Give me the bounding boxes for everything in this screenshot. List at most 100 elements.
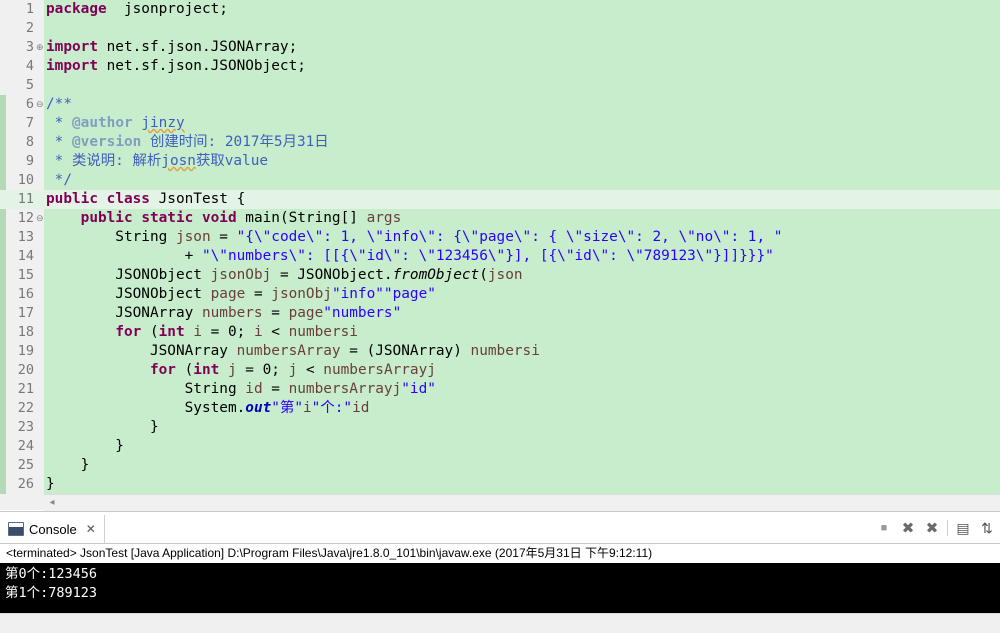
code-text: }	[46, 456, 90, 475]
code-token: numbersArray	[236, 343, 341, 359]
code-editor[interactable]: 1 package jsonproject; 2 3 ⊕ import net.sf.js…	[0, 0, 1000, 494]
code-token: @version	[72, 134, 142, 150]
code-line[interactable]: 8 * @version 创建时间: 2017年5月31日	[0, 133, 1000, 152]
code-line[interactable]: 21 String id = numbersArrayj"id"	[0, 380, 1000, 399]
code-token: (	[479, 267, 488, 283]
code-text: */	[46, 171, 72, 190]
code-token: numbersArray	[323, 362, 428, 378]
line-number: 11	[17, 191, 34, 207]
line-number: 19	[17, 343, 34, 359]
code-line[interactable]: 14 + "\"numbers\": [[{\"id\": \"123456\"…	[0, 247, 1000, 266]
code-line[interactable]: 13 String json = "{\"code\": 1, \"info\"…	[0, 228, 1000, 247]
line-number: 20	[17, 362, 34, 378]
code-token: *	[46, 134, 72, 150]
code-token: "个:"	[311, 400, 353, 416]
line-number: 25	[17, 457, 34, 473]
code-line[interactable]: 19 JSONArray numbersArray = (JSONArray) …	[0, 342, 1000, 361]
code-text: for (int i = 0; i < numbersi	[46, 323, 358, 342]
code-token: = 0;	[236, 362, 289, 378]
fold-toggle-icon[interactable]: ⊖	[36, 100, 44, 109]
code-token: JSONArray	[46, 343, 237, 359]
code-text: }	[46, 475, 55, 494]
code-token: public	[80, 210, 133, 226]
code-line[interactable]: 12 ⊖ public static void main(String[] arg…	[0, 209, 1000, 228]
code-line[interactable]: 11 public class JsonTest {	[0, 190, 1000, 209]
code-token: JsonTest {	[149, 191, 246, 207]
close-icon[interactable]: ✕	[86, 522, 96, 536]
code-line[interactable]: 25 }	[0, 456, 1000, 475]
line-number: 9	[25, 153, 34, 169]
code-text: public class JsonTest {	[46, 190, 245, 209]
line-number: 21	[17, 381, 34, 397]
code-line[interactable]: 17 JSONArray numbers = page"numbers"	[0, 304, 1000, 323]
console-output[interactable]: 第0个:123456 第1个:789123	[0, 563, 1000, 613]
code-token: System.	[46, 400, 246, 416]
tab-console[interactable]: Console ✕	[0, 515, 105, 543]
code-text: }	[46, 437, 124, 456]
code-token: net.sf.json.JSONArray;	[97, 39, 298, 55]
code-token: */	[46, 172, 72, 188]
line-number: 24	[17, 438, 34, 454]
code-token: }	[46, 476, 55, 492]
code-line[interactable]: 1 package jsonproject;	[0, 0, 1000, 19]
code-text: public static void main(String[] args	[46, 209, 402, 228]
fold-toggle-icon[interactable]: ⊕	[36, 43, 44, 52]
code-line[interactable]: 9 * 类说明: 解析josn获取value	[0, 152, 1000, 171]
code-token: "page"	[383, 286, 436, 302]
pin-console-icon[interactable]: ⇅	[978, 519, 996, 537]
code-line[interactable]: 4 import net.sf.json.JSONObject;	[0, 57, 1000, 76]
line-number: 26	[17, 476, 34, 492]
code-token: = JSONObject.	[271, 267, 393, 283]
line-number: 5	[25, 77, 34, 93]
code-token: "numbers"	[323, 305, 402, 321]
code-token: "\"numbers\": [[{\"id\": \"123456\"}], […	[201, 248, 774, 264]
code-token: net.sf.json.JSONObject;	[97, 58, 306, 74]
code-token: out	[245, 400, 272, 416]
code-line[interactable]: 18 for (int i = 0; i < numbersi	[0, 323, 1000, 342]
code-text: + "\"numbers\": [[{\"id\": \"123456\"}],…	[46, 247, 774, 266]
code-line[interactable]: 24 }	[0, 437, 1000, 456]
remove-launch-icon[interactable]: ✖	[899, 519, 917, 537]
code-line[interactable]: 7 * @author jinzy	[0, 114, 1000, 133]
code-line[interactable]: 10 */	[0, 171, 1000, 190]
code-line[interactable]: 16 JSONObject page = jsonObj"info""page"	[0, 285, 1000, 304]
code-line[interactable]: 15 JSONObject jsonObj = JSONObject.fromO…	[0, 266, 1000, 285]
line-number: 14	[17, 248, 34, 264]
line-number: 13	[17, 229, 34, 245]
code-token: String	[46, 381, 246, 397]
code-text: package jsonproject;	[46, 0, 228, 19]
code-line[interactable]: 23 }	[0, 418, 1000, 437]
code-token: numbers	[288, 324, 350, 340]
fold-toggle-icon[interactable]: ⊖	[36, 214, 44, 223]
code-line[interactable]: 5	[0, 76, 1000, 95]
code-line[interactable]: 22 System.out"第"i"个:"id	[0, 399, 1000, 418]
code-text: * @version 创建时间: 2017年5月31日	[46, 133, 329, 152]
scroll-lock-icon[interactable]: ▤	[954, 519, 972, 537]
code-token: jsonObj	[271, 286, 332, 302]
code-token: String	[46, 229, 176, 245]
code-token: <	[297, 362, 324, 378]
console-horizontal-scrollbar[interactable]	[0, 613, 1000, 633]
code-token: public	[46, 191, 98, 207]
code-line[interactable]: 3 ⊕ import net.sf.json.JSONArray;	[0, 38, 1000, 57]
editor-horizontal-scrollbar[interactable]: ◂	[44, 494, 1000, 511]
toolbar-separator	[947, 520, 948, 536]
code-line[interactable]: 26}	[0, 475, 1000, 494]
line-number: 16	[17, 286, 34, 302]
console-output-line: 第0个:123456	[5, 566, 98, 582]
terminate-icon[interactable]: ■	[875, 519, 893, 537]
code-text: JSONArray numbers = page"numbers"	[46, 304, 401, 323]
remove-all-terminated-icon[interactable]: ✖	[923, 519, 941, 537]
code-token: page	[210, 286, 246, 302]
code-token: josn	[161, 153, 196, 169]
code-line[interactable]: 2	[0, 19, 1000, 38]
scroll-left-arrow-icon[interactable]: ◂	[44, 495, 60, 511]
line-number: 4	[25, 58, 34, 74]
code-line[interactable]: 6 ⊖/**	[0, 95, 1000, 114]
line-number: 1	[25, 1, 34, 17]
code-token: (	[141, 324, 159, 340]
code-line[interactable]: 20 for (int j = 0; j < numbersArrayj	[0, 361, 1000, 380]
